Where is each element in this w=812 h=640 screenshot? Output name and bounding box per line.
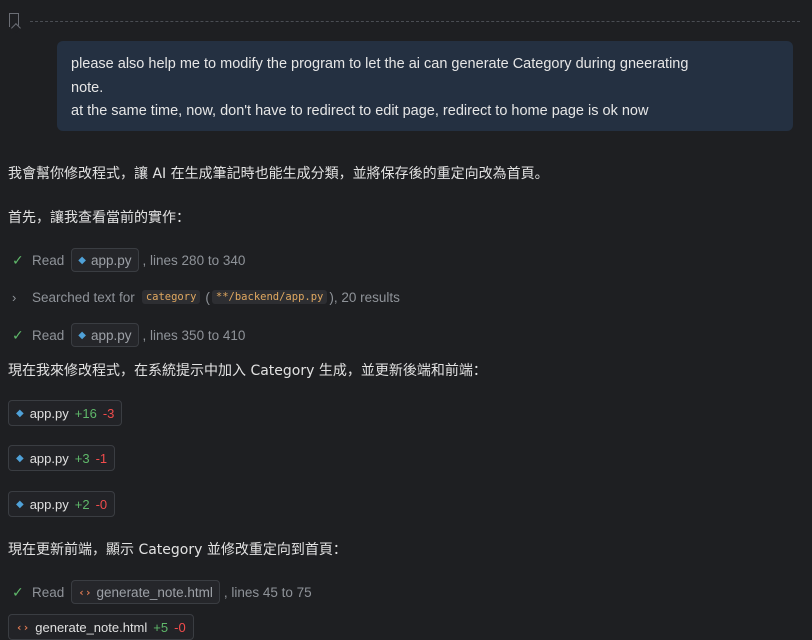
edit-file-label: app.py [29,405,69,421]
step-detail: , lines 350 to 410 [142,327,246,343]
edit-file-label: generate_note.html [35,619,148,635]
check-icon: ✓ [12,326,24,343]
python-file-icon: ◆ [16,498,24,510]
user-message-line: note. [71,79,104,96]
divider [30,21,800,22]
file-chip-label: app.py [90,327,132,343]
lines-removed: -0 [95,496,108,512]
html-file-icon: ‹› [16,620,30,634]
edit-chip-generate-note[interactable]: ‹› generate_note.html +5 -0 [8,614,194,640]
lines-added: +3 [74,450,90,466]
open-paren: ( [205,289,210,305]
search-pattern: **/backend/app.py [211,290,328,304]
response-frontend: 現在更新前端，顯示 Category 並修改重定向到首頁： [8,542,347,558]
edit-chip-app-py[interactable]: ◆ app.py +3 -1 [8,445,116,471]
search-results: ), 20 results [329,289,400,305]
step-action: Read [32,584,65,600]
bookmark-icon[interactable] [9,13,19,27]
lines-added: +5 [153,619,169,635]
step-action: Read [32,252,65,268]
edit-chip-app-py[interactable]: ◆ app.py +16 -3 [8,400,123,426]
python-file-icon: ◆ [16,407,24,419]
edit-file-label: app.py [29,450,69,466]
step-action: Read [32,327,65,343]
file-chip[interactable]: ◆ app.py [71,248,139,272]
file-chip[interactable]: ◆ app.py [71,323,139,347]
edit-chip-app-py[interactable]: ◆ app.py +2 -0 [8,491,116,517]
step-detail: , lines 280 to 340 [142,252,246,268]
search-query: category [141,290,201,304]
python-file-icon: ◆ [16,452,24,464]
lines-added: +2 [74,496,90,512]
lines-removed: -3 [102,405,115,421]
file-chip[interactable]: ‹› generate_note.html [71,580,220,604]
user-message-line: please also help me to modify the progra… [71,56,689,72]
check-icon: ✓ [12,251,24,268]
step-read-2[interactable]: ✓ Read ◆ app.py , lines 350 to 410 [12,323,245,347]
response-modify: 現在我來修改程式，在系統提示中加入 Category 生成，並更新後端和前端： [8,363,487,379]
edit-file-label: app.py [29,496,69,512]
check-icon: ✓ [12,583,24,600]
user-message: please also help me to modify the progra… [57,41,793,131]
user-message-line: at the same time, now, don't have to red… [71,103,649,119]
step-read-html[interactable]: ✓ Read ‹› generate_note.html , lines 45 … [12,580,312,604]
step-detail: , lines 45 to 75 [223,584,312,600]
response-first: 首先，讓我查看當前的實作： [8,210,190,226]
response-intro: 我會幫你修改程式，讓 AI 在生成筆記時也能生成分類，並將保存後的重定向改為首頁… [8,166,549,182]
step-read-1[interactable]: ✓ Read ◆ app.py , lines 280 to 340 [12,248,245,272]
html-file-icon: ‹› [78,585,92,599]
file-chip-label: app.py [90,252,132,268]
lines-removed: -1 [95,450,108,466]
python-file-icon: ◆ [78,329,86,341]
file-chip-label: generate_note.html [96,584,213,600]
step-search[interactable]: › Searched text for category ( **/backen… [12,285,400,309]
python-file-icon: ◆ [78,254,86,266]
lines-removed: -0 [174,619,186,635]
lines-added: +16 [74,405,97,421]
step-action: Searched text for [32,289,135,305]
chevron-right-icon[interactable]: › [12,290,32,305]
